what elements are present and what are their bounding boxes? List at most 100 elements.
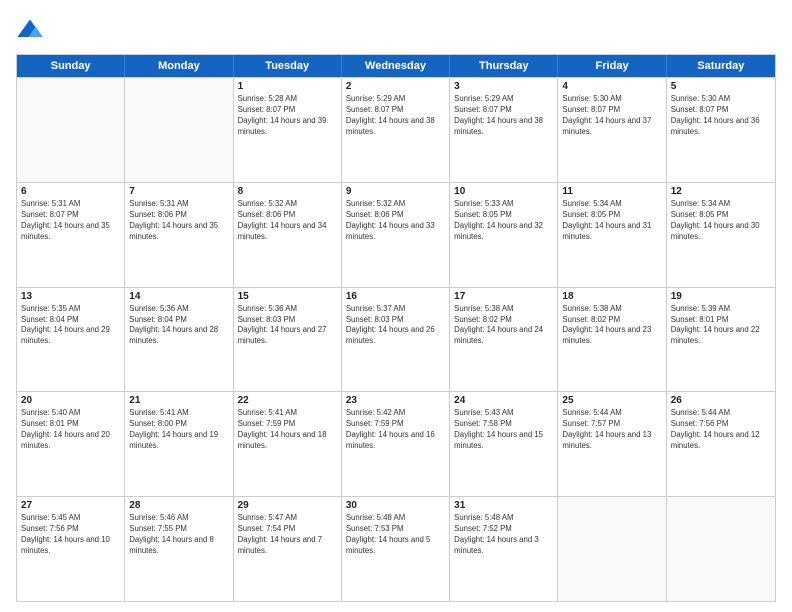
day-info: Sunrise: 5:46 AM Sunset: 7:55 PM Dayligh… — [129, 513, 228, 557]
calendar-cell: 6 Sunrise: 5:31 AM Sunset: 8:07 PM Daylig… — [17, 183, 125, 287]
logo — [16, 16, 48, 44]
calendar-cell: 18 Sunrise: 5:38 AM Sunset: 8:02 PM Dayli… — [558, 288, 666, 392]
day-info: Sunrise: 5:33 AM Sunset: 8:05 PM Dayligh… — [454, 199, 553, 243]
day-number: 29 — [238, 500, 337, 511]
calendar-cell: 29 Sunrise: 5:47 AM Sunset: 7:54 PM Dayli… — [234, 497, 342, 601]
day-number: 7 — [129, 186, 228, 197]
day-info: Sunrise: 5:28 AM Sunset: 8:07 PM Dayligh… — [238, 94, 337, 138]
day-number: 30 — [346, 500, 445, 511]
day-info: Sunrise: 5:42 AM Sunset: 7:59 PM Dayligh… — [346, 408, 445, 452]
calendar-cell: 27 Sunrise: 5:45 AM Sunset: 7:56 PM Dayli… — [17, 497, 125, 601]
calendar-row-1: 1Sunrise: 5:28 AM Sunset: 8:07 PM Daylig… — [17, 77, 775, 182]
day-number: 18 — [562, 291, 661, 302]
calendar-row-3: 13 Sunrise: 5:35 AM Sunset: 8:04 PM Dayli… — [17, 287, 775, 392]
day-number: 21 — [129, 395, 228, 406]
day-info: Sunrise: 5:37 AM Sunset: 8:03 PM Dayligh… — [346, 304, 445, 348]
calendar-cell: 5 Sunrise: 5:30 AM Sunset: 8:07 PM Daylig… — [667, 78, 775, 182]
day-info: Sunrise: 5:38 AM Sunset: 8:02 PM Dayligh… — [562, 304, 661, 348]
day-number: 3 — [454, 81, 553, 92]
calendar-cell: 25 Sunrise: 5:44 AM Sunset: 7:57 PM Dayli… — [558, 392, 666, 496]
day-number: 25 — [562, 395, 661, 406]
calendar-cell — [17, 78, 125, 182]
day-info: Sunrise: 5:31 AM Sunset: 8:07 PM Dayligh… — [21, 199, 120, 243]
day-info: Sunrise: 5:32 AM Sunset: 8:06 PM Dayligh… — [238, 199, 337, 243]
day-info: Sunrise: 5:30 AM Sunset: 8:07 PM Dayligh… — [671, 94, 771, 138]
day-info: Sunrise: 5:48 AM Sunset: 7:52 PM Dayligh… — [454, 513, 553, 557]
header-day-sunday: Sunday — [17, 55, 125, 77]
header-day-monday: Monday — [125, 55, 233, 77]
day-info: Sunrise: 5:36 AM Sunset: 8:04 PM Dayligh… — [129, 304, 228, 348]
day-number: 6 — [21, 186, 120, 197]
day-info: Sunrise: 5:41 AM Sunset: 8:00 PM Dayligh… — [129, 408, 228, 452]
day-number: 19 — [671, 291, 771, 302]
calendar-cell: 9Sunrise: 5:32 AM Sunset: 8:06 PM Daylig… — [342, 183, 450, 287]
calendar-cell: 4Sunrise: 5:30 AM Sunset: 8:07 PM Daylig… — [558, 78, 666, 182]
calendar-cell — [667, 497, 775, 601]
calendar-cell: 28 Sunrise: 5:46 AM Sunset: 7:55 PM Dayli… — [125, 497, 233, 601]
day-number: 14 — [129, 291, 228, 302]
day-info: Sunrise: 5:47 AM Sunset: 7:54 PM Dayligh… — [238, 513, 337, 557]
day-number: 2 — [346, 81, 445, 92]
calendar-cell: 17 Sunrise: 5:38 AM Sunset: 8:02 PM Dayli… — [450, 288, 558, 392]
calendar-cell: 21 Sunrise: 5:41 AM Sunset: 8:00 PM Dayli… — [125, 392, 233, 496]
header-day-friday: Friday — [558, 55, 666, 77]
day-number: 20 — [21, 395, 120, 406]
calendar-cell: 20 Sunrise: 5:40 AM Sunset: 8:01 PM Dayli… — [17, 392, 125, 496]
calendar-cell: 12Sunrise: 5:34 AM Sunset: 8:05 PM Dayli… — [667, 183, 775, 287]
day-number: 5 — [671, 81, 771, 92]
calendar-cell — [125, 78, 233, 182]
calendar-cell: 23 Sunrise: 5:42 AM Sunset: 7:59 PM Dayli… — [342, 392, 450, 496]
calendar-cell: 24 Sunrise: 5:43 AM Sunset: 7:58 PM Dayli… — [450, 392, 558, 496]
calendar-cell: 1Sunrise: 5:28 AM Sunset: 8:07 PM Daylig… — [234, 78, 342, 182]
calendar-row-2: 6 Sunrise: 5:31 AM Sunset: 8:07 PM Daylig… — [17, 182, 775, 287]
day-info: Sunrise: 5:34 AM Sunset: 8:05 PM Dayligh… — [562, 199, 661, 243]
day-number: 28 — [129, 500, 228, 511]
calendar-cell: 8 Sunrise: 5:32 AM Sunset: 8:06 PM Daylig… — [234, 183, 342, 287]
day-number: 26 — [671, 395, 771, 406]
day-number: 27 — [21, 500, 120, 511]
day-number: 23 — [346, 395, 445, 406]
day-info: Sunrise: 5:40 AM Sunset: 8:01 PM Dayligh… — [21, 408, 120, 452]
day-number: 16 — [346, 291, 445, 302]
day-info: Sunrise: 5:29 AM Sunset: 8:07 PM Dayligh… — [346, 94, 445, 138]
day-info: Sunrise: 5:38 AM Sunset: 8:02 PM Dayligh… — [454, 304, 553, 348]
day-number: 17 — [454, 291, 553, 302]
day-number: 12 — [671, 186, 771, 197]
day-info: Sunrise: 5:41 AM Sunset: 7:59 PM Dayligh… — [238, 408, 337, 452]
calendar-cell: 26 Sunrise: 5:44 AM Sunset: 7:56 PM Dayli… — [667, 392, 775, 496]
header-day-wednesday: Wednesday — [342, 55, 450, 77]
calendar-cell: 30 Sunrise: 5:48 AM Sunset: 7:53 PM Dayli… — [342, 497, 450, 601]
day-info: Sunrise: 5:29 AM Sunset: 8:07 PM Dayligh… — [454, 94, 553, 138]
calendar-cell: 2 Sunrise: 5:29 AM Sunset: 8:07 PM Daylig… — [342, 78, 450, 182]
day-number: 10 — [454, 186, 553, 197]
day-info: Sunrise: 5:44 AM Sunset: 7:57 PM Dayligh… — [562, 408, 661, 452]
header-day-saturday: Saturday — [667, 55, 775, 77]
day-number: 15 — [238, 291, 337, 302]
calendar-cell: 14 Sunrise: 5:36 AM Sunset: 8:04 PM Dayli… — [125, 288, 233, 392]
day-number: 31 — [454, 500, 553, 511]
calendar-body: 1Sunrise: 5:28 AM Sunset: 8:07 PM Daylig… — [17, 77, 775, 601]
calendar-cell: 11 Sunrise: 5:34 AM Sunset: 8:05 PM Dayli… — [558, 183, 666, 287]
header — [16, 16, 776, 44]
calendar-cell: 3 Sunrise: 5:29 AM Sunset: 8:07 PM Daylig… — [450, 78, 558, 182]
day-info: Sunrise: 5:45 AM Sunset: 7:56 PM Dayligh… — [21, 513, 120, 557]
calendar-cell: 13 Sunrise: 5:35 AM Sunset: 8:04 PM Dayli… — [17, 288, 125, 392]
calendar-row-5: 27 Sunrise: 5:45 AM Sunset: 7:56 PM Dayli… — [17, 496, 775, 601]
day-info: Sunrise: 5:44 AM Sunset: 7:56 PM Dayligh… — [671, 408, 771, 452]
day-info: Sunrise: 5:48 AM Sunset: 7:53 PM Dayligh… — [346, 513, 445, 557]
calendar-cell: 19Sunrise: 5:39 AM Sunset: 8:01 PM Dayli… — [667, 288, 775, 392]
calendar-cell: 15Sunrise: 5:36 AM Sunset: 8:03 PM Dayli… — [234, 288, 342, 392]
day-number: 8 — [238, 186, 337, 197]
day-info: Sunrise: 5:30 AM Sunset: 8:07 PM Dayligh… — [562, 94, 661, 138]
day-info: Sunrise: 5:43 AM Sunset: 7:58 PM Dayligh… — [454, 408, 553, 452]
header-day-tuesday: Tuesday — [234, 55, 342, 77]
day-number: 11 — [562, 186, 661, 197]
calendar-header: SundayMondayTuesdayWednesdayThursdayFrid… — [17, 55, 775, 77]
day-info: Sunrise: 5:35 AM Sunset: 8:04 PM Dayligh… — [21, 304, 120, 348]
day-number: 24 — [454, 395, 553, 406]
calendar-cell: 7 Sunrise: 5:31 AM Sunset: 8:06 PM Daylig… — [125, 183, 233, 287]
day-info: Sunrise: 5:31 AM Sunset: 8:06 PM Dayligh… — [129, 199, 228, 243]
calendar-cell — [558, 497, 666, 601]
day-number: 13 — [21, 291, 120, 302]
day-info: Sunrise: 5:32 AM Sunset: 8:06 PM Dayligh… — [346, 199, 445, 243]
